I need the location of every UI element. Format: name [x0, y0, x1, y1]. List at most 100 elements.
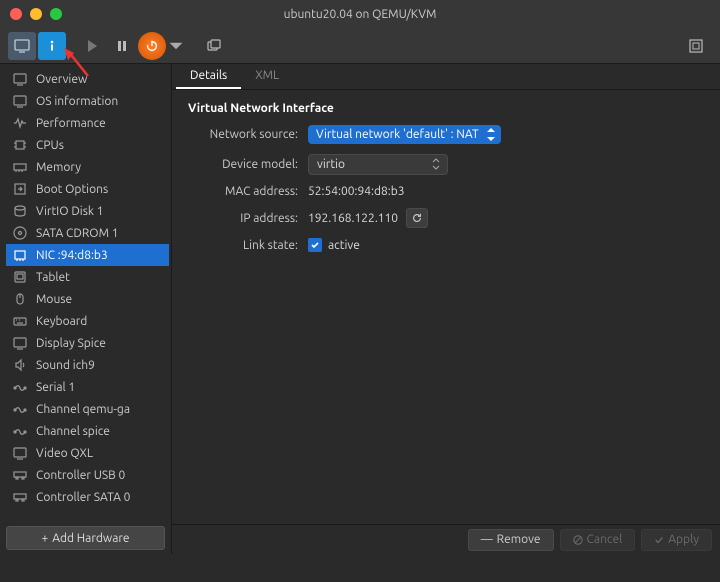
- shutdown-menu-button[interactable]: [168, 32, 184, 60]
- controller-icon: [12, 468, 28, 482]
- console-view-button[interactable]: [8, 32, 36, 60]
- mac-address-label: MAC address:: [188, 185, 308, 198]
- sidebar-item-channel-qemu-ga[interactable]: Channel qemu-ga: [6, 398, 169, 420]
- sidebar-item-boot-options[interactable]: Boot Options: [6, 178, 169, 200]
- sidebar-item-label: Video QXL: [36, 447, 93, 460]
- hardware-sidebar: Overview OS information Performance CPUs Mem…: [0, 64, 172, 554]
- sidebar-item-video-qxl[interactable]: Video QXL: [6, 442, 169, 464]
- keyboard-icon: [12, 314, 28, 328]
- run-button[interactable]: [78, 32, 106, 60]
- sidebar-item-label: Performance: [36, 117, 106, 130]
- sidebar-item-tablet[interactable]: Tablet: [6, 266, 169, 288]
- add-hardware-button[interactable]: + Add Hardware: [6, 526, 165, 550]
- ram-icon: [12, 160, 28, 174]
- monitor-icon: [12, 72, 28, 86]
- sidebar-item-label: Memory: [36, 161, 81, 174]
- apply-button[interactable]: Apply: [641, 529, 712, 551]
- sidebar-item-display-spice[interactable]: Display Spice: [6, 332, 169, 354]
- chevron-updown-icon: [431, 157, 443, 171]
- cd-icon: [12, 226, 28, 240]
- panel-title: Virtual Network Interface: [188, 102, 704, 115]
- port-icon: [12, 380, 28, 394]
- ip-address-value: 192.168.122.110: [308, 212, 398, 225]
- monitor-icon: [12, 446, 28, 460]
- sidebar-item-label: Display Spice: [36, 337, 106, 350]
- chip-icon: [12, 138, 28, 152]
- plus-icon: +: [41, 532, 48, 545]
- mac-address-value: 52:54:00:94:d8:b3: [308, 185, 404, 198]
- titlebar: ubuntu20.04 on QEMU/KVM: [0, 0, 720, 28]
- port-icon: [12, 402, 28, 416]
- monitor-icon: [12, 94, 28, 108]
- sidebar-item-controller-sata-0[interactable]: Controller SATA 0: [6, 486, 169, 508]
- sidebar-item-label: CPUs: [36, 139, 64, 152]
- sidebar-item-label: Controller USB 0: [36, 469, 125, 482]
- mouse-icon: [12, 292, 28, 306]
- check-icon: [310, 240, 320, 250]
- sidebar-item-label: Channel qemu-ga: [36, 403, 130, 416]
- shutdown-button[interactable]: [138, 32, 166, 60]
- sidebar-item-keyboard[interactable]: Keyboard: [6, 310, 169, 332]
- toolbar: [0, 28, 720, 64]
- monitor-icon: [12, 336, 28, 350]
- details-view-button[interactable]: [38, 32, 66, 60]
- tab-xml[interactable]: XML: [241, 64, 293, 89]
- speaker-icon: [12, 358, 28, 372]
- sidebar-item-os-information[interactable]: OS information: [6, 90, 169, 112]
- sidebar-item-nic-94-d8-b3[interactable]: NIC :94:d8:b3: [6, 244, 169, 266]
- network-source-label: Network source:: [188, 128, 308, 141]
- sidebar-item-label: SATA CDROM 1: [36, 227, 119, 240]
- sidebar-item-label: Boot Options: [36, 183, 108, 196]
- sidebar-item-label: Controller SATA 0: [36, 491, 130, 504]
- footer: — Remove Cancel Apply: [172, 524, 720, 554]
- close-window-button[interactable]: [10, 8, 22, 20]
- link-state-text: active: [328, 239, 360, 252]
- pause-button[interactable]: [108, 32, 136, 60]
- sidebar-item-performance[interactable]: Performance: [6, 112, 169, 134]
- sidebar-item-label: Serial 1: [36, 381, 75, 394]
- snapshots-button[interactable]: [200, 32, 228, 60]
- device-model-combo[interactable]: virtio: [308, 154, 448, 175]
- sidebar-item-virtio-disk-1[interactable]: VirtIO Disk 1: [6, 200, 169, 222]
- cancel-button[interactable]: Cancel: [560, 529, 636, 551]
- tablet-icon: [12, 270, 28, 284]
- tab-details[interactable]: Details: [176, 64, 241, 89]
- refresh-ip-button[interactable]: [406, 208, 428, 228]
- details-panel: Virtual Network Interface Network source…: [172, 90, 720, 524]
- sidebar-item-label: OS information: [36, 95, 118, 108]
- sidebar-item-serial-1[interactable]: Serial 1: [6, 376, 169, 398]
- sidebar-item-channel-spice[interactable]: Channel spice: [6, 420, 169, 442]
- cancel-icon: [573, 535, 583, 545]
- sidebar-item-label: Mouse: [36, 293, 72, 306]
- window-title: ubuntu20.04 on QEMU/KVM: [284, 8, 437, 21]
- sidebar-item-cpus[interactable]: CPUs: [6, 134, 169, 156]
- sidebar-item-label: NIC :94:d8:b3: [36, 249, 108, 262]
- minus-icon: —: [481, 533, 493, 546]
- add-hardware-label: Add Hardware: [52, 532, 129, 545]
- sidebar-item-overview[interactable]: Overview: [6, 68, 169, 90]
- refresh-icon: [411, 212, 423, 224]
- sidebar-item-memory[interactable]: Memory: [6, 156, 169, 178]
- network-source-combo[interactable]: Virtual network 'default' : NAT: [308, 125, 501, 144]
- check-icon: [654, 535, 664, 545]
- sidebar-item-label: Overview: [36, 73, 87, 86]
- nic-icon: [12, 248, 28, 262]
- sidebar-item-label: Channel spice: [36, 425, 110, 438]
- sidebar-item-sound-ich9[interactable]: Sound ich9: [6, 354, 169, 376]
- controller-icon: [12, 490, 28, 504]
- maximize-window-button[interactable]: [50, 8, 62, 20]
- arrow-box-icon: [12, 182, 28, 196]
- port-icon: [12, 424, 28, 438]
- sidebar-item-controller-usb-0[interactable]: Controller USB 0: [6, 464, 169, 486]
- sidebar-item-sata-cdrom-1[interactable]: SATA CDROM 1: [6, 222, 169, 244]
- link-state-checkbox[interactable]: [308, 238, 322, 252]
- ip-address-label: IP address:: [188, 212, 308, 225]
- sidebar-item-label: Sound ich9: [36, 359, 95, 372]
- tab-bar: Details XML: [172, 64, 720, 90]
- sidebar-item-label: VirtIO Disk 1: [36, 205, 104, 218]
- minimize-window-button[interactable]: [30, 8, 42, 20]
- sidebar-item-mouse[interactable]: Mouse: [6, 288, 169, 310]
- fullscreen-button[interactable]: [682, 32, 710, 60]
- remove-button[interactable]: — Remove: [468, 529, 554, 551]
- sidebar-item-label: Keyboard: [36, 315, 87, 328]
